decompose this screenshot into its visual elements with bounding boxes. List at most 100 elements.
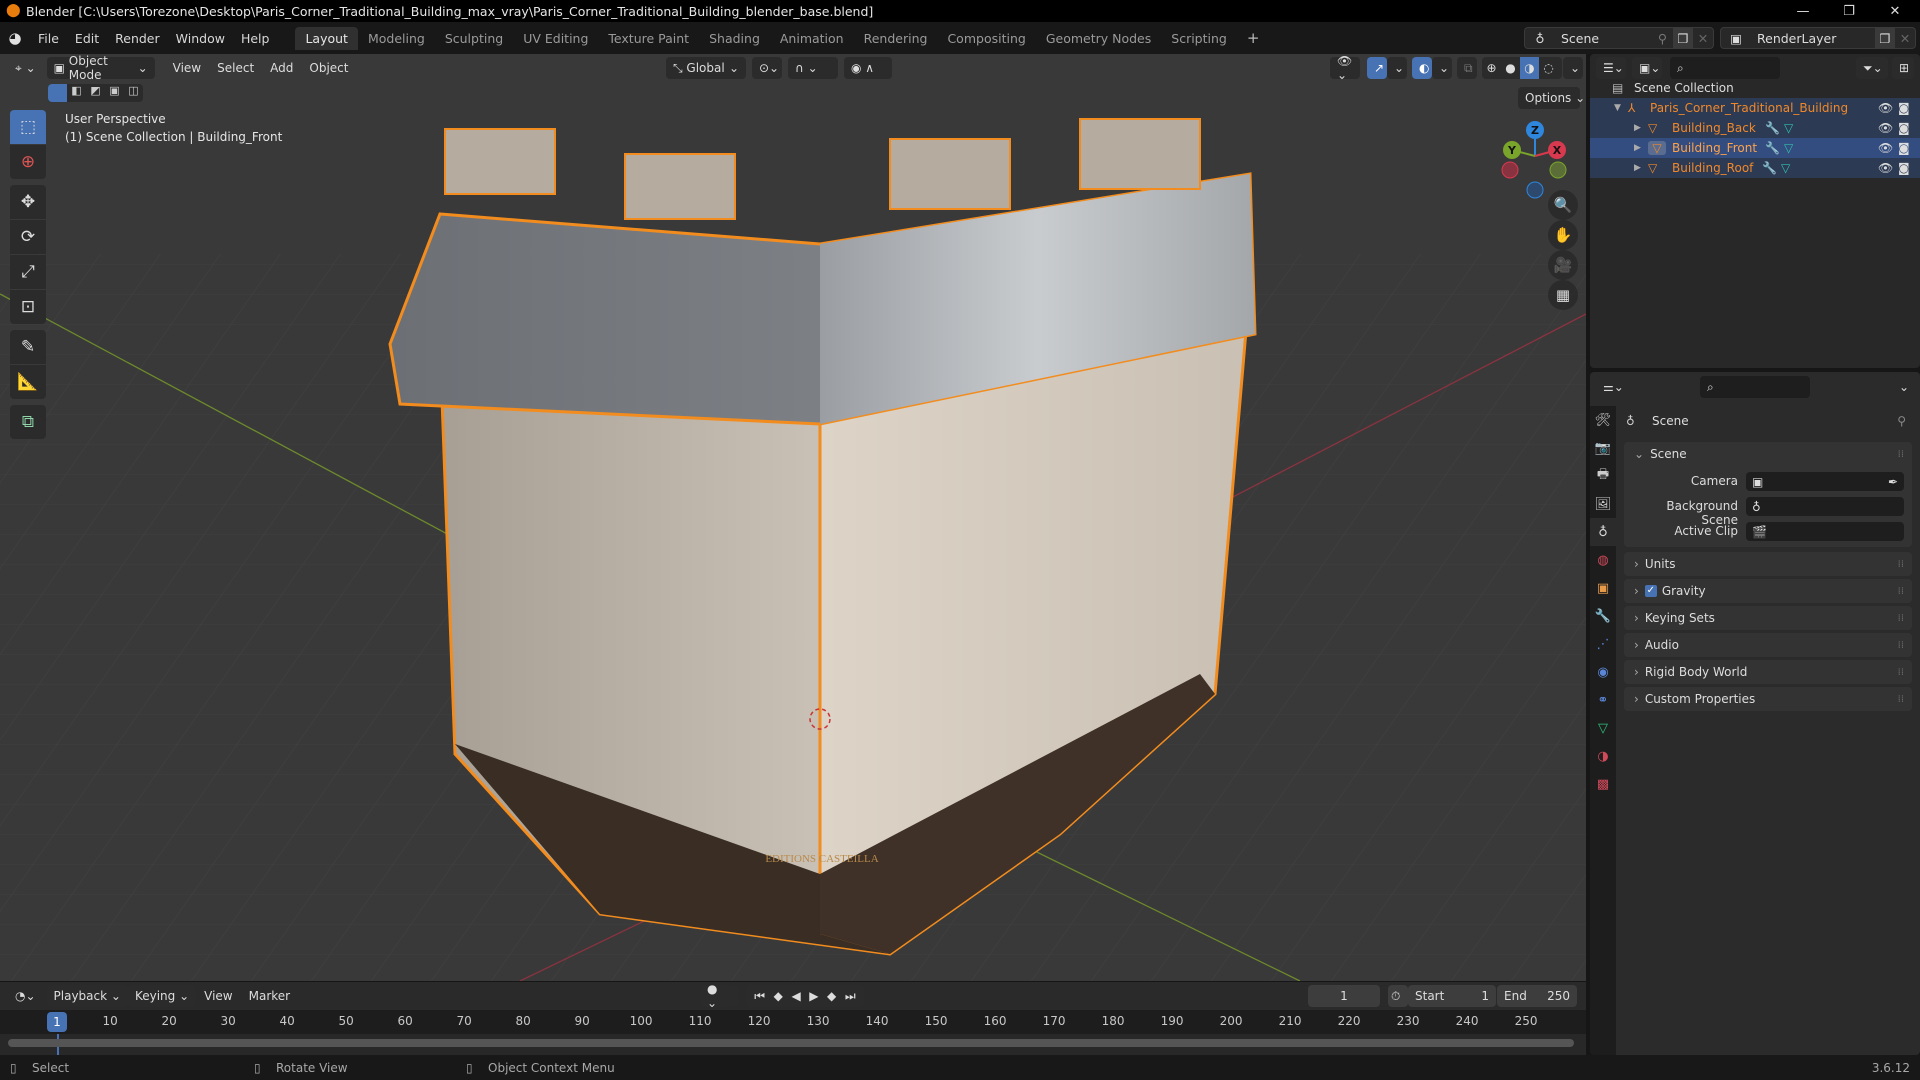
menu-window[interactable]: Window bbox=[168, 31, 233, 46]
eyedropper-icon[interactable]: ✒ bbox=[1888, 475, 1898, 489]
timeline-menu-marker[interactable]: Marker bbox=[241, 989, 298, 1003]
scene-panel-header[interactable]: ⌄ Scene ⁞⁞ bbox=[1624, 442, 1912, 466]
menu-render[interactable]: Render bbox=[107, 31, 168, 46]
view-layer-selector[interactable]: ▣ RenderLayer ❐ ✕ bbox=[1720, 27, 1916, 49]
solid-shading-icon[interactable]: ● bbox=[1501, 61, 1520, 75]
gizmo-dropdown[interactable]: ⌄ bbox=[1387, 57, 1407, 79]
scene-selector[interactable]: ♁ Scene ⚲ ❐ ✕ bbox=[1524, 27, 1714, 49]
pin-icon[interactable]: ⚲ bbox=[1897, 414, 1906, 428]
neg-y-axis-handle[interactable] bbox=[1549, 161, 1567, 179]
outliner-editor-type[interactable]: ☰⌄ bbox=[1596, 57, 1626, 79]
annotate-tool[interactable]: ✎ bbox=[10, 330, 46, 364]
new-collection-button[interactable]: ⊞ bbox=[1892, 57, 1914, 79]
measure-tool[interactable]: 📐 bbox=[10, 365, 46, 399]
zoom-view-icon[interactable]: 🔍 bbox=[1548, 190, 1578, 220]
gizmo-toggle[interactable]: ↗ bbox=[1367, 57, 1387, 79]
neg-x-axis-handle[interactable] bbox=[1501, 161, 1519, 179]
units-panel[interactable]: › Units ⁞⁞ bbox=[1624, 552, 1912, 576]
expand-toggle[interactable]: ▼ bbox=[1614, 103, 1628, 113]
mesh-data-icon[interactable]: ▽ bbox=[1784, 141, 1793, 155]
select-new-icon[interactable] bbox=[48, 84, 67, 102]
delete-scene-icon[interactable]: ✕ bbox=[1693, 31, 1713, 46]
expand-toggle[interactable]: ▶ bbox=[1634, 143, 1648, 153]
visibility-eye-icon[interactable]: 👁 bbox=[1878, 141, 1893, 155]
playback-dropdown[interactable]: Playback ⌄ bbox=[46, 985, 128, 1007]
tab-render[interactable]: 📷 bbox=[1590, 434, 1616, 462]
outliner-item[interactable]: ▶ ▽ Building_Back 🔧 ▽ 👁 ◙ bbox=[1590, 118, 1920, 138]
render-camera-icon[interactable]: ◙ bbox=[1898, 121, 1910, 135]
timeline-ruler[interactable]: 1 10 20 30 40 50 60 70 80 90 100 110 120 130 140 150 16… bbox=[0, 1010, 1586, 1034]
transform-tool[interactable]: ⊡ bbox=[10, 290, 46, 324]
tab-compositing[interactable]: Compositing bbox=[937, 27, 1035, 50]
prev-keyframe-icon[interactable]: ◆ bbox=[774, 989, 783, 1003]
tab-modifiers[interactable]: 🔧 bbox=[1590, 602, 1616, 630]
menu-select[interactable]: Select bbox=[209, 61, 262, 75]
tab-modeling[interactable]: Modeling bbox=[358, 27, 435, 50]
drag-handle-icon[interactable]: ⁞⁞ bbox=[1898, 449, 1904, 460]
next-keyframe-icon[interactable]: ◆ bbox=[827, 989, 836, 1003]
menu-file[interactable]: File bbox=[30, 31, 67, 46]
timeline-track[interactable] bbox=[0, 1034, 1586, 1055]
drag-handle-icon[interactable]: ⁞⁞ bbox=[1898, 559, 1904, 570]
display-mode-dropdown[interactable]: ▣⌄ bbox=[1632, 57, 1662, 79]
tab-geometry-nodes[interactable]: Geometry Nodes bbox=[1036, 27, 1161, 50]
new-view-layer-icon[interactable]: ❐ bbox=[1875, 28, 1895, 48]
properties-editor-type[interactable]: ⚌⌄ bbox=[1596, 376, 1626, 398]
tab-texture[interactable]: ▩ bbox=[1590, 770, 1616, 798]
drag-handle-icon[interactable]: ⁞⁞ bbox=[1898, 613, 1904, 624]
rigid-body-world-panel[interactable]: › Rigid Body World ⁞⁞ bbox=[1624, 660, 1912, 684]
xray-toggle[interactable]: ⧉ bbox=[1457, 57, 1477, 79]
camera-field[interactable]: ▣ ✒ bbox=[1746, 472, 1904, 491]
keying-dropdown[interactable]: Keying ⌄ bbox=[127, 985, 197, 1007]
select-subtract-icon[interactable]: ◩ bbox=[86, 84, 105, 102]
active-clip-field[interactable]: 🎬 bbox=[1746, 522, 1904, 541]
proportional-editing-toggle[interactable]: ◉ ∧ bbox=[844, 57, 892, 79]
new-scene-icon[interactable]: ❐ bbox=[1673, 28, 1693, 48]
tab-output[interactable]: 🖶 bbox=[1590, 462, 1616, 490]
move-tool[interactable]: ✥ bbox=[10, 185, 46, 219]
menu-add[interactable]: Add bbox=[262, 61, 301, 75]
outliner[interactable]: ☰⌄ ▣⌄ ⌕ ⏷⌄ ⊞ ▤ Scene Collection ▼ ⅄ Pari… bbox=[1590, 54, 1920, 368]
drag-handle-icon[interactable]: ⁞⁞ bbox=[1898, 667, 1904, 678]
outliner-item-active[interactable]: ▶ ▽ Building_Front 🔧 ▽ 👁 ◙ bbox=[1590, 138, 1920, 158]
modifier-wrench-icon[interactable]: 🔧 bbox=[1765, 141, 1780, 155]
filter-dropdown[interactable]: ⏷⌄ bbox=[1856, 57, 1888, 79]
timeline-editor-type-button[interactable]: ◔⌄ bbox=[8, 985, 43, 1007]
playhead[interactable]: 1 bbox=[47, 1012, 67, 1032]
render-camera-icon[interactable]: ◙ bbox=[1898, 141, 1910, 155]
modifier-wrench-icon[interactable]: 🔧 bbox=[1762, 161, 1777, 175]
transform-orientation-dropdown[interactable]: ⤡ Global ⌄ bbox=[666, 57, 746, 79]
preview-range-icon[interactable]: ⏱ bbox=[1388, 985, 1408, 1007]
play-icon[interactable]: ▶ bbox=[809, 989, 818, 1003]
auto-keying-toggle[interactable]: ● ⌄ bbox=[700, 982, 738, 1010]
background-scene-field[interactable]: ♁ bbox=[1746, 497, 1904, 516]
select-intersect-icon[interactable]: ◫ bbox=[124, 84, 143, 102]
rotate-tool[interactable]: ⟳ bbox=[10, 220, 46, 254]
viewport-scene[interactable]: EDITIONS CASTEILLA bbox=[0, 54, 1586, 981]
neg-z-axis-handle[interactable] bbox=[1526, 181, 1544, 199]
pan-view-icon[interactable]: ✋ bbox=[1548, 220, 1578, 250]
modifier-wrench-icon[interactable]: 🔧 bbox=[1765, 121, 1780, 135]
perspective-toggle-icon[interactable]: ▦ bbox=[1548, 280, 1578, 310]
cursor-tool[interactable]: ⊕ bbox=[10, 145, 46, 179]
visibility-dropdown[interactable]: 👁⌄ bbox=[1330, 54, 1360, 82]
tab-layout[interactable]: Layout bbox=[295, 26, 358, 50]
gravity-panel[interactable]: › ✓ Gravity ⁞⁞ bbox=[1624, 579, 1912, 603]
tab-shading[interactable]: Shading bbox=[699, 27, 770, 50]
add-cube-tool[interactable]: ⧉ bbox=[10, 405, 46, 439]
3d-viewport[interactable]: EDITIONS CASTEILLA ⌖ ⌄ ▣ Object Mode ⌄ V… bbox=[0, 54, 1586, 981]
expand-toggle[interactable]: ▶ bbox=[1634, 163, 1648, 173]
snap-toggle[interactable]: ∩ ⌄ bbox=[788, 57, 838, 79]
expand-toggle[interactable]: ▶ bbox=[1634, 123, 1648, 133]
render-camera-icon[interactable]: ◙ bbox=[1898, 101, 1910, 115]
jump-start-icon[interactable]: ⏮ bbox=[754, 989, 765, 1004]
minimize-button[interactable]: — bbox=[1780, 0, 1826, 22]
current-frame-field[interactable]: 1 bbox=[1308, 985, 1380, 1007]
visibility-eye-icon[interactable]: 👁 bbox=[1878, 121, 1893, 135]
tab-particles[interactable]: ⋰ bbox=[1590, 630, 1616, 658]
maximize-button[interactable]: ❐ bbox=[1826, 0, 1872, 22]
menu-edit[interactable]: Edit bbox=[67, 31, 107, 46]
outliner-search[interactable]: ⌕ bbox=[1670, 57, 1780, 79]
tab-uv-editing[interactable]: UV Editing bbox=[513, 27, 598, 50]
pivot-point-dropdown[interactable]: ⊙⌄ bbox=[752, 57, 782, 79]
